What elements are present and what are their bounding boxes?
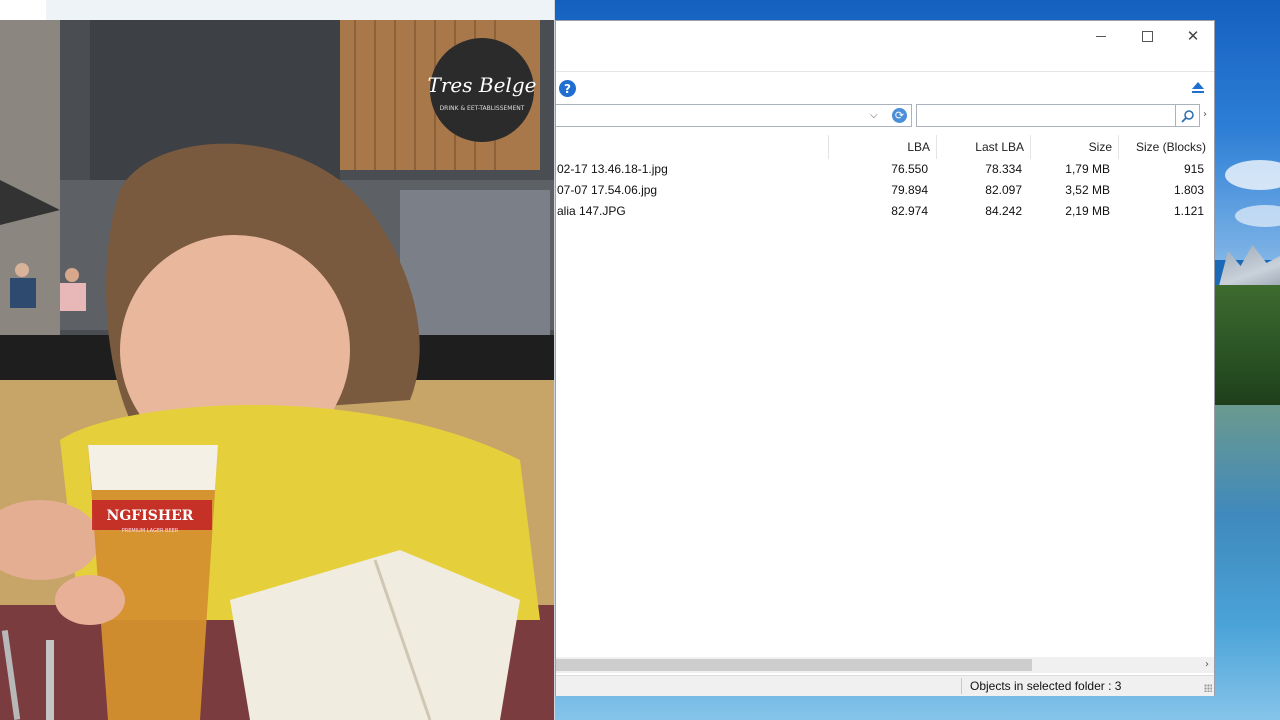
status-separator — [961, 678, 962, 694]
explorer-window: ✕ ? ⌵ ⟳ › ^ LBA Last LBA Size Size (Bloc… — [555, 20, 1215, 696]
cell-size-blocks: 915 — [1183, 162, 1204, 176]
refresh-icon[interactable]: ⟳ — [892, 108, 907, 123]
scroll-right-icon[interactable]: › — [1200, 657, 1214, 673]
cell-lba: 76.550 — [891, 162, 928, 176]
cell-last-lba: 78.334 — [985, 162, 1022, 176]
file-name: alia 147.JPG — [557, 204, 626, 218]
cell-size: 3,52 MB — [1065, 183, 1110, 197]
chevron-right-icon[interactable]: › — [1203, 109, 1207, 120]
file-name: 02-17 13.46.18-1.jpg — [557, 162, 668, 176]
table-row[interactable]: alia 147.JPG 82.974 84.242 2,19 MB 1.121 — [556, 201, 1214, 222]
search-icon[interactable] — [1176, 104, 1200, 127]
wallpaper-forest — [1214, 285, 1280, 405]
glass-sublabel: PREMIUM LAGER BEER — [122, 528, 179, 534]
cell-size-blocks: 1.803 — [1173, 183, 1204, 197]
cell-last-lba: 82.097 — [985, 183, 1022, 197]
table-row[interactable]: 02-17 13.46.18-1.jpg 76.550 78.334 1,79 … — [556, 159, 1214, 180]
column-header-size-blocks[interactable]: Size (Blocks) — [1118, 135, 1212, 159]
file-name: 07-07 17.54.06.jpg — [557, 183, 658, 197]
column-header-row: LBA Last LBA Size Size (Blocks) — [556, 135, 1214, 159]
horizontal-scrollbar[interactable]: › — [556, 657, 1214, 673]
resize-grip-icon[interactable] — [1204, 684, 1212, 692]
eject-icon[interactable] — [1192, 82, 1204, 96]
help-icon[interactable]: ? — [559, 80, 576, 97]
title-bar[interactable]: ✕ — [556, 21, 1214, 51]
close-icon: ✕ — [1186, 27, 1200, 45]
minimize-button[interactable] — [1078, 21, 1124, 51]
photo-image: Tres Belge DRINK & EET-TABLISSEMENT NGFI… — [0, 20, 555, 720]
status-text: Objects in selected folder : 3 — [970, 679, 1122, 693]
sign-subtext: DRINK & EET-TABLISSEMENT — [440, 105, 525, 112]
cell-last-lba: 84.242 — [985, 204, 1022, 218]
table-row[interactable]: 07-07 17.54.06.jpg 79.894 82.097 3,52 MB… — [556, 180, 1214, 201]
photo-viewer-titlebar[interactable] — [0, 0, 555, 20]
cell-lba: 82.974 — [891, 204, 928, 218]
close-button[interactable]: ✕ — [1170, 21, 1216, 51]
photo-illustration: Tres Belge DRINK & EET-TABLISSEMENT NGFI… — [0, 20, 555, 720]
photo-viewer: Tres Belge DRINK & EET-TABLISSEMENT NGFI… — [0, 0, 555, 720]
column-header-lba[interactable]: LBA — [828, 135, 936, 159]
minimize-icon — [1096, 35, 1106, 37]
window-edge — [554, 0, 555, 720]
cell-size: 1,79 MB — [1065, 162, 1110, 176]
cell-size-blocks: 1.121 — [1173, 204, 1204, 218]
address-field[interactable]: ⌵ ⟳ — [556, 104, 912, 127]
sign-text: Tres Belge — [428, 73, 537, 97]
toolbar: ? — [556, 71, 1214, 106]
file-list: ^ LBA Last LBA Size Size (Blocks) 02-17 … — [556, 133, 1214, 657]
glass-label: NGFISHER — [107, 508, 194, 524]
search-input[interactable] — [916, 104, 1176, 127]
scrollbar-thumb[interactable] — [556, 659, 1032, 671]
cell-size: 2,19 MB — [1065, 204, 1110, 218]
status-bar: Objects in selected folder : 3 — [556, 675, 1214, 696]
chevron-down-icon[interactable]: ⌵ — [870, 110, 878, 121]
column-header-size[interactable]: Size — [1030, 135, 1118, 159]
cell-lba: 79.894 — [891, 183, 928, 197]
column-header-last-lba[interactable]: Last LBA — [936, 135, 1030, 159]
maximize-icon — [1141, 30, 1153, 42]
address-row: ⌵ ⟳ › — [556, 104, 1214, 129]
maximize-button[interactable] — [1124, 21, 1170, 51]
